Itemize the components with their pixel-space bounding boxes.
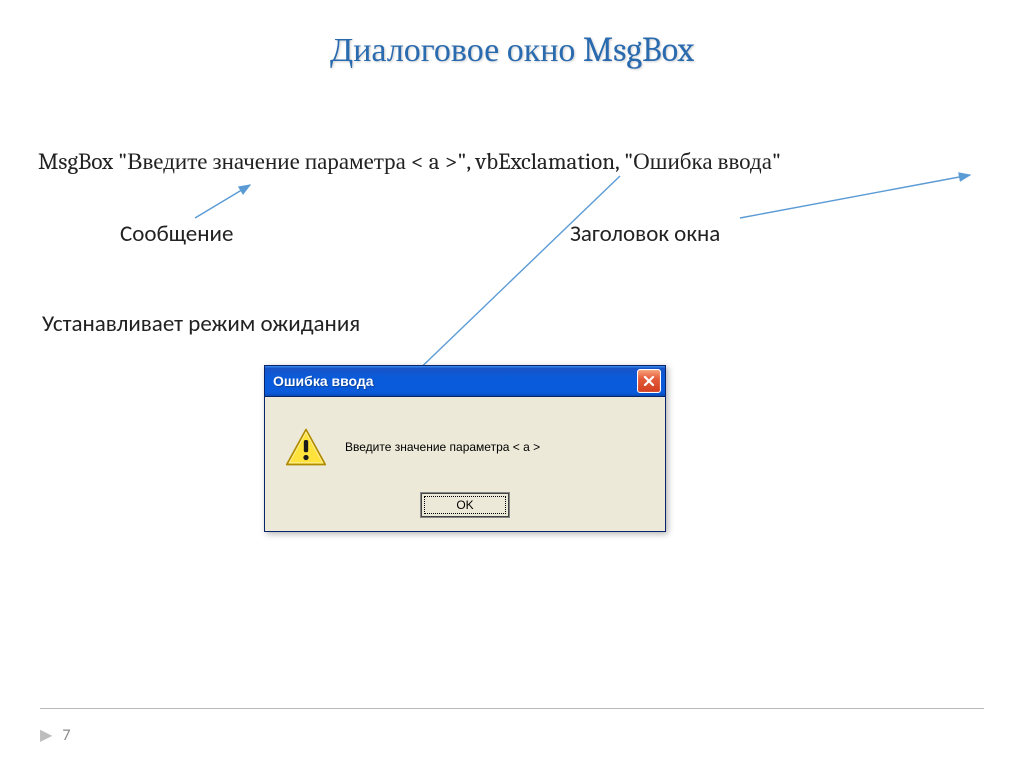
dialog-button-row: OK (265, 493, 665, 531)
dialog-title-text: Ошибка ввода (273, 373, 637, 389)
label-wait-mode: Устанавливает режим ожидания (42, 310, 360, 338)
page-number: 7 (62, 726, 70, 745)
label-window-title: Заголовок окна (570, 220, 720, 248)
ok-button[interactable]: OK (421, 493, 509, 517)
footer-divider (40, 708, 984, 709)
label-message: Сообщение (120, 220, 233, 248)
dialog-body: Введите значение параметра < a > (265, 397, 665, 493)
msgbox-dialog: Ошибка ввода Введите значение параметра … (264, 365, 666, 532)
slide-title: Диалоговое окно MsgBox (0, 0, 1024, 70)
page-footer: ▶ 7 (40, 725, 70, 745)
code-line-1: MsgBox "Введите значение параметра < a >… (38, 148, 998, 175)
chevron-right-icon: ▶ (40, 725, 52, 745)
close-icon (643, 375, 655, 387)
dialog-titlebar[interactable]: Ошибка ввода (265, 366, 665, 397)
close-button[interactable] (637, 369, 661, 393)
exclamation-icon (285, 426, 327, 468)
dialog-message: Введите значение параметра < a > (345, 440, 540, 454)
